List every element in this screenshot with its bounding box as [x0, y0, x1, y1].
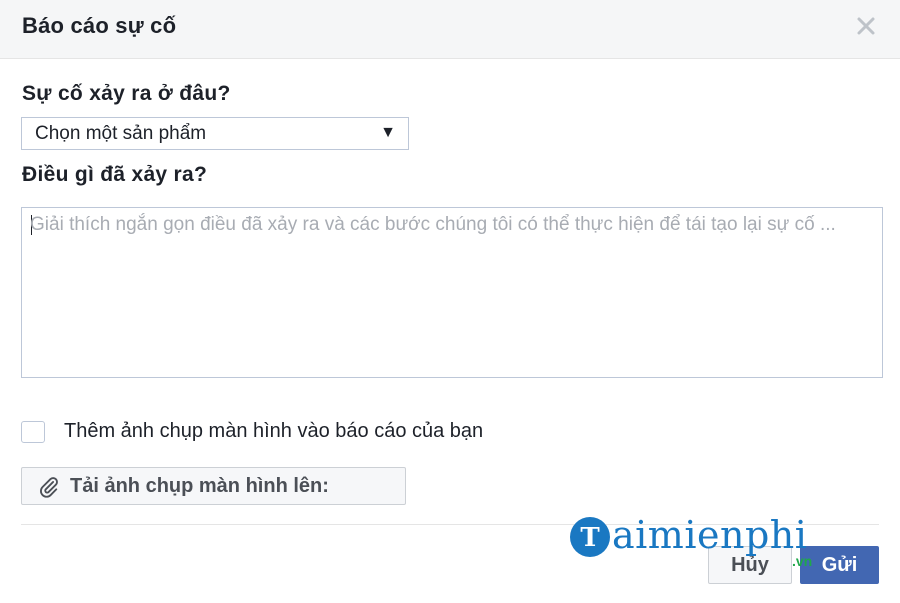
footer-divider	[21, 524, 879, 525]
description-textarea[interactable]: Giải thích ngắn gọn điều đã xảy ra và cá…	[21, 207, 883, 378]
location-question-label: Sự cố xảy ra ở đâu?	[22, 82, 231, 105]
report-problem-dialog: Báo cáo sự cố Sự cố xảy ra ở đâu? Chọn m…	[0, 0, 900, 603]
paperclip-icon	[40, 477, 58, 498]
upload-screenshot-label: Tải ảnh chụp màn hình lên:	[70, 475, 329, 497]
taimienphi-logo-icon: T	[570, 517, 610, 557]
cancel-button[interactable]: Hủy	[708, 546, 792, 584]
send-button-label: Gửi	[821, 554, 858, 576]
description-placeholder: Giải thích ngắn gọn điều đã xảy ra và cá…	[30, 214, 836, 235]
product-select-value: Chọn một sản phẩm	[35, 123, 207, 144]
close-icon[interactable]	[854, 14, 878, 38]
send-button[interactable]: Gửi	[800, 546, 879, 584]
dialog-header: Báo cáo sự cố	[0, 0, 900, 59]
product-select[interactable]: Chọn một sản phẩm ▼	[21, 117, 409, 150]
cancel-button-label: Hủy	[731, 554, 769, 576]
dialog-title: Báo cáo sự cố	[22, 13, 177, 38]
chevron-down-icon: ▼	[380, 124, 396, 141]
add-screenshot-label[interactable]: Thêm ảnh chụp màn hình vào báo cáo của b…	[64, 420, 483, 443]
svg-text:T: T	[580, 523, 600, 553]
add-screenshot-checkbox[interactable]	[21, 421, 45, 443]
upload-screenshot-button[interactable]: Tải ảnh chụp màn hình lên:	[21, 467, 406, 505]
description-question-label: Điều gì đã xảy ra?	[22, 163, 208, 186]
